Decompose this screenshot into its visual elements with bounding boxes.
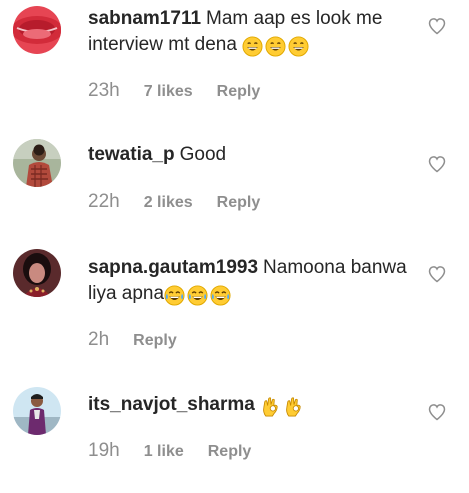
emoji-group — [242, 36, 311, 62]
comment-body: its_navjot_sharma — [88, 392, 418, 422]
comment-like-count[interactable]: 2 likes — [144, 194, 193, 212]
tears-of-joy-icon — [187, 285, 208, 306]
avatar[interactable] — [13, 139, 61, 187]
comment-body: sapna.gautam1993 Namoona banwa liya apna — [88, 255, 418, 311]
comment-meta: 22h 2 likes Reply — [88, 191, 260, 217]
tears-of-joy-icon — [210, 285, 231, 306]
comment-timestamp[interactable]: 22h — [88, 191, 120, 213]
comment-username[interactable]: sabnam1711 — [88, 8, 201, 29]
comment-timestamp[interactable]: 23h — [88, 80, 120, 102]
heart-icon[interactable] — [427, 16, 447, 36]
ok-hand-icon — [286, 397, 301, 417]
comment-username[interactable]: tewatia_p — [88, 144, 175, 165]
avatar[interactable] — [13, 387, 61, 435]
heart-icon[interactable] — [427, 154, 447, 174]
emoji-group — [164, 285, 233, 311]
heart-icon[interactable] — [427, 402, 447, 422]
comment-meta: 23h 7 likes Reply — [88, 80, 260, 106]
comment-username[interactable]: its_navjot_sharma — [88, 394, 255, 415]
grinning-face-icon — [288, 36, 309, 57]
comment-timestamp[interactable]: 2h — [88, 329, 109, 351]
avatar[interactable] — [13, 249, 61, 297]
comment-username[interactable]: sapna.gautam1993 — [88, 257, 258, 278]
tears-of-joy-icon — [164, 285, 185, 306]
comment-body: sabnam1711 Mam aap es look me interview m… — [88, 6, 418, 62]
comment-meta: 19h 1 like Reply — [88, 440, 251, 466]
emoji-group — [260, 396, 306, 422]
reply-button[interactable]: Reply — [208, 443, 252, 461]
comment-meta: 2h Reply — [88, 329, 177, 355]
grinning-face-icon — [265, 36, 286, 57]
comment-like-count[interactable]: 7 likes — [144, 83, 193, 101]
reply-button[interactable]: Reply — [217, 194, 261, 212]
comment-text: Good — [179, 144, 227, 165]
avatar[interactable] — [13, 6, 61, 54]
grinning-face-icon — [242, 36, 263, 57]
ok-hand-icon — [263, 397, 278, 417]
comment-timestamp[interactable]: 19h — [88, 440, 120, 462]
comment-body: tewatia_p Good — [88, 142, 418, 168]
reply-button[interactable]: Reply — [217, 83, 261, 101]
reply-button[interactable]: Reply — [133, 332, 177, 350]
comment-like-count[interactable]: 1 like — [144, 443, 184, 461]
heart-icon[interactable] — [427, 264, 447, 284]
